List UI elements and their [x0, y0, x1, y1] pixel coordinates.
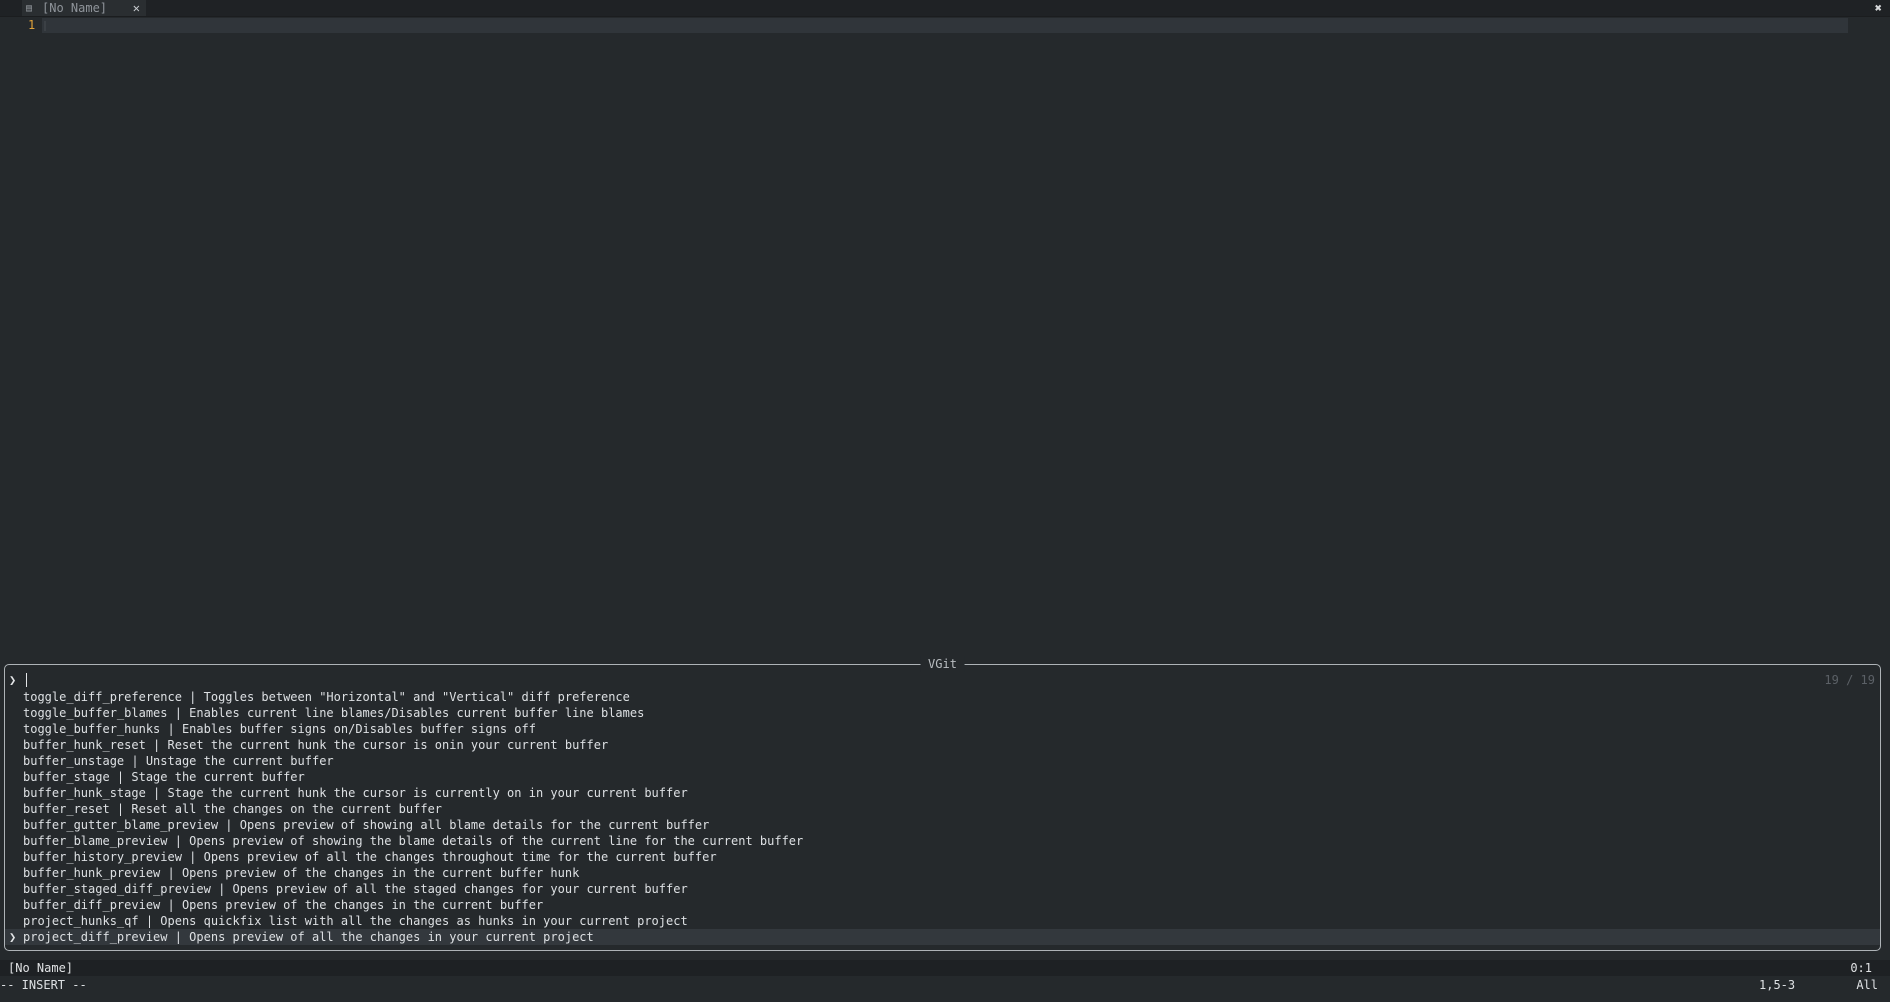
result-item[interactable]: toggle_buffer_hunks | Enables buffer sig… — [5, 721, 1880, 737]
neovim-window: ▤ [No Name] ✕ ✖ 1 VGit ❯ 19 / 19 toggle_… — [0, 0, 1890, 1002]
statusline: [No Name] 0:1 — [0, 960, 1890, 976]
prompt-cursor — [26, 673, 27, 687]
result-label: buffer_diff_preview | Opens preview of t… — [23, 898, 544, 912]
window-close-icon[interactable]: ✖ — [1875, 0, 1882, 16]
result-item[interactable]: ❯ project_diff_preview | Opens preview of… — [5, 929, 1880, 945]
result-item[interactable]: buffer_blame_preview | Opens preview of … — [5, 833, 1880, 849]
ruler: 1,5-3 — [1759, 978, 1796, 992]
result-label: project_diff_preview | Opens preview of … — [23, 930, 594, 944]
result-item[interactable]: toggle_diff_preference | Toggles between… — [5, 689, 1880, 705]
result-item[interactable]: buffer_diff_preview | Opens preview of t… — [5, 897, 1880, 913]
command-line[interactable]: -- INSERT -- 1,5-3 All — [0, 976, 1890, 994]
result-counter: 19 / 19 — [1824, 673, 1875, 687]
result-label: toggle_diff_preference | Toggles between… — [23, 690, 630, 704]
result-item[interactable]: buffer_hunk_reset | Reset the current hu… — [5, 737, 1880, 753]
result-item[interactable]: project_hunks_qf | Opens quickfix list w… — [5, 913, 1880, 929]
result-label: buffer_unstage | Unstage the current buf… — [23, 754, 334, 768]
selection-chevron-icon: ❯ — [9, 930, 17, 944]
result-item[interactable]: buffer_hunk_stage | Stage the current hu… — [5, 785, 1880, 801]
result-item[interactable]: buffer_staged_diff_preview | Opens previ… — [5, 881, 1880, 897]
status-position: 0:1 — [1850, 961, 1872, 975]
mode-indicator: -- INSERT -- — [0, 978, 87, 992]
file-icon: ▤ — [26, 2, 33, 14]
result-item[interactable]: toggle_buffer_blames | Enables current l… — [5, 705, 1880, 721]
result-label: buffer_staged_diff_preview | Opens previ… — [23, 882, 688, 896]
result-label: buffer_hunk_preview | Opens preview of t… — [23, 866, 580, 880]
vgit-picker: VGit ❯ 19 / 19 toggle_diff_preference | … — [4, 656, 1881, 951]
prompt-chevron-icon: ❯ — [9, 673, 17, 687]
scroll-position: All — [1856, 978, 1878, 992]
cursor-line — [42, 18, 1848, 33]
result-label: buffer_hunk_reset | Reset the current hu… — [23, 738, 609, 752]
result-label: buffer_gutter_blame_preview | Opens prev… — [23, 818, 710, 832]
result-label: buffer_reset | Reset all the changes on … — [23, 802, 443, 816]
line-number: 1 — [28, 18, 36, 32]
text-cursor — [44, 21, 46, 31]
result-item[interactable]: buffer_reset | Reset all the changes on … — [5, 801, 1880, 817]
tab-no-name[interactable]: ▤ [No Name] ✕ — [22, 0, 146, 16]
tabline: ▤ [No Name] ✕ ✖ — [0, 0, 1890, 17]
result-label: buffer_blame_preview | Opens preview of … — [23, 834, 804, 848]
prompt-row: ❯ 19 / 19 — [9, 672, 1875, 688]
result-label: toggle_buffer_hunks | Enables buffer sig… — [23, 722, 536, 736]
picker-title: VGit — [920, 656, 965, 672]
search-input[interactable] — [23, 673, 1783, 687]
close-icon[interactable]: ✕ — [133, 0, 140, 16]
result-item[interactable]: buffer_hunk_preview | Opens preview of t… — [5, 865, 1880, 881]
result-item[interactable]: buffer_gutter_blame_preview | Opens prev… — [5, 817, 1880, 833]
result-label: buffer_history_preview | Opens preview o… — [23, 850, 717, 864]
results-list: toggle_diff_preference | Toggles between… — [5, 689, 1880, 945]
result-label: project_hunks_qf | Opens quickfix list w… — [23, 914, 688, 928]
result-item[interactable]: buffer_stage | Stage the current buffer — [5, 769, 1880, 785]
tab-title: [No Name] — [42, 1, 108, 15]
result-label: buffer_hunk_stage | Stage the current hu… — [23, 786, 688, 800]
status-filename: [No Name] — [8, 961, 74, 975]
editor-area[interactable]: 1 — [0, 17, 1890, 657]
result-label: toggle_buffer_blames | Enables current l… — [23, 706, 645, 720]
result-item[interactable]: buffer_unstage | Unstage the current buf… — [5, 753, 1880, 769]
result-label: buffer_stage | Stage the current buffer — [23, 770, 305, 784]
result-item[interactable]: buffer_history_preview | Opens preview o… — [5, 849, 1880, 865]
